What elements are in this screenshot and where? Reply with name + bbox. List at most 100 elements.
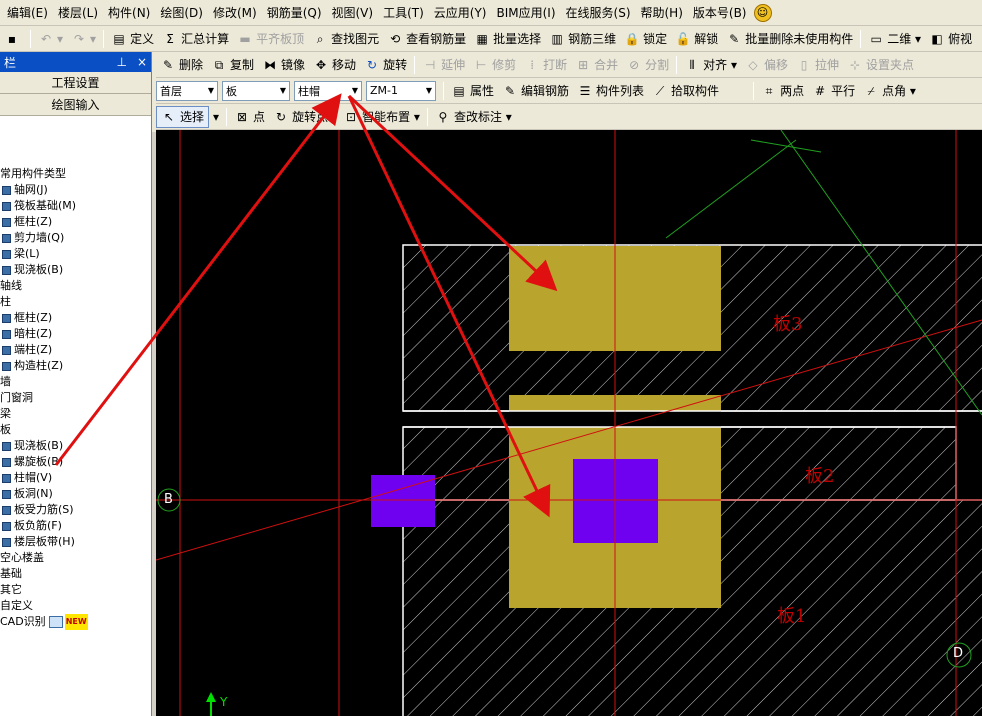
edit-rebar-button[interactable]: ✎ 编辑钢筋 [498, 80, 573, 102]
tree-item[interactable]: 板洞(N) [0, 486, 151, 502]
batch-delete-button[interactable]: ✎ 批量删除未使用构件 [722, 28, 857, 50]
summary-calc-button[interactable]: Σ 汇总计算 [158, 28, 233, 50]
tree-item[interactable]: 柱帽(V) [0, 470, 151, 486]
menu-item[interactable]: 构件(N) [103, 4, 155, 21]
tree-item[interactable]: 梁 [0, 406, 151, 422]
delete-button[interactable]: ✎ 删除 [156, 54, 207, 76]
stretch-button[interactable]: ▯ 拉伸 [792, 54, 843, 76]
tree-item[interactable]: 板 [0, 422, 151, 438]
element-type-icon [2, 537, 11, 547]
menu-item[interactable]: 楼层(L) [53, 4, 103, 21]
menu-item[interactable]: 绘图(D) [155, 4, 208, 21]
define-button[interactable]: ▤ 定义 [107, 28, 158, 50]
tree-item[interactable]: 楼层板带(H) [0, 534, 151, 550]
tree-item[interactable]: CAD识别 NEW [0, 614, 151, 630]
properties-button[interactable]: ▤ 属性 [447, 80, 498, 102]
project-settings-button[interactable]: 工程设置 [0, 72, 151, 94]
align-dropdown[interactable]: ⫴ 对齐 ▾ [680, 54, 741, 76]
trim-button[interactable]: ⊢ 修剪 [469, 54, 520, 76]
tree-item[interactable]: 基础 [0, 566, 151, 582]
tree-item[interactable]: 空心楼盖 [0, 550, 151, 566]
category-select[interactable]: 板 ▼ [222, 80, 290, 101]
tree-item[interactable]: 端柱(Z) [0, 342, 151, 358]
point-angle-dropdown[interactable]: ⌿ 点角 ▾ [859, 80, 920, 102]
smart-layout-dropdown[interactable]: ⊡ 智能布置 ▾ [339, 106, 424, 128]
tree-item[interactable]: 轴网(J) [0, 182, 151, 198]
tree-item[interactable]: 剪力墙(Q) [0, 230, 151, 246]
tree-item[interactable]: 板受力筋(S) [0, 502, 151, 518]
close-icon[interactable]: × [137, 55, 147, 69]
tree-item[interactable]: 现浇板(B) [0, 262, 151, 278]
top-view-dropdown[interactable]: ◧ 俯视 [925, 28, 976, 50]
tree-item[interactable]: 门窗洞 [0, 390, 151, 406]
tree-item[interactable]: 螺旋板(B) [0, 454, 151, 470]
merge-button[interactable]: ⊞ 合并 [571, 54, 622, 76]
tree-item[interactable]: 框柱(Z) [0, 310, 151, 326]
menu-item[interactable]: 编辑(E) [2, 4, 53, 21]
menu-item[interactable]: 版本号(B) [688, 4, 752, 21]
tree-item[interactable]: 构造柱(Z) [0, 358, 151, 374]
select-button[interactable]: ↖ 选择 [156, 105, 210, 128]
batch-delete-icon: ✎ [729, 31, 740, 46]
element-name-select[interactable]: ZM-1 ▼ [366, 80, 436, 101]
find-element-button[interactable]: ⌕ 查找图元 [308, 28, 383, 50]
redo-button[interactable]: ↷ ▾ [67, 28, 100, 50]
set-grip-button[interactable]: ⊹ 设置夹点 [843, 54, 918, 76]
copy-button[interactable]: ⧉ 复制 [207, 54, 258, 76]
edit-toolbar: ✎ 删除 ⧉ 复制 ⧓ 镜像 ✥ 移动 ↻ 旋转 ⊣ 延伸 ⊢ 修剪 ⁞ 打断 ⊞ 合并 ⊘ 分割 … [156, 52, 982, 78]
two-points-button[interactable]: ⌗ 两点 [757, 80, 808, 102]
offset-button[interactable]: ◇ 偏移 [741, 54, 792, 76]
column-left[interactable] [371, 475, 435, 527]
tree-item[interactable]: 现浇板(B) [0, 438, 151, 454]
tree-item[interactable]: 常用构件类型 [0, 166, 151, 182]
rotate-button[interactable]: ↻ 旋转 [360, 54, 411, 76]
mirror-button[interactable]: ⧓ 镜像 [258, 54, 309, 76]
break-button[interactable]: ⁞ 打断 [520, 54, 571, 76]
tree-item[interactable]: 板负筋(F) [0, 518, 151, 534]
batch-select-button[interactable]: ▦ 批量选择 [470, 28, 545, 50]
flat-top-button[interactable]: ▬ 平齐板顶 [233, 28, 308, 50]
menu-item[interactable]: 视图(V) [327, 4, 379, 21]
move-button[interactable]: ✥ 移动 [309, 54, 360, 76]
tree-item[interactable]: 暗柱(Z) [0, 326, 151, 342]
drawing-input-button[interactable]: 绘图输入 [0, 94, 151, 116]
select-dropdown[interactable]: ▾ [209, 106, 223, 128]
tree-item[interactable]: 其它 [0, 582, 151, 598]
drawing-canvas[interactable]: 板3 板2 板1 B D Y [156, 130, 982, 716]
menu-item[interactable]: 在线服务(S) [561, 4, 636, 21]
menu-item[interactable]: 修改(M) [208, 4, 262, 21]
tree-item[interactable]: 轴线 [0, 278, 151, 294]
floor-select[interactable]: 首层 ▼ [156, 80, 218, 101]
menu-item[interactable]: 工具(T) [378, 4, 429, 21]
tree-item[interactable]: 自定义 [0, 598, 151, 614]
tree-item[interactable]: 柱 [0, 294, 151, 310]
lock-button[interactable]: 🔒 锁定 [620, 28, 671, 50]
rotate-point-button[interactable]: ↻ 旋转点 [269, 106, 332, 128]
save-button[interactable]: ▪ [0, 28, 27, 50]
menu-item[interactable]: BIM应用(I) [491, 4, 560, 21]
element-type-select[interactable]: 柱帽 ▼ [294, 80, 362, 101]
tree-item[interactable]: 框柱(Z) [0, 214, 151, 230]
drawing-svg [156, 130, 982, 716]
undo-button[interactable]: ↶ ▾ [34, 28, 67, 50]
unlock-button[interactable]: 🔓 解锁 [671, 28, 722, 50]
menu-item[interactable]: 钢筋量(Q) [262, 4, 327, 21]
element-list-button[interactable]: ☰ 构件列表 [573, 80, 648, 102]
point-button[interactable]: ⊠ 点 [230, 106, 269, 128]
smiley-icon[interactable]: ☺ [753, 3, 772, 22]
tree-item[interactable]: 筏板基础(M) [0, 198, 151, 214]
pick-element-button[interactable]: ⟋ 拾取构件 [648, 80, 723, 102]
tree-item[interactable]: 梁(L) [0, 246, 151, 262]
tree-item-label: 构造柱(Z) [14, 359, 64, 372]
menu-item[interactable]: 帮助(H) [636, 4, 688, 21]
check-label-dropdown[interactable]: ⚲ 查改标注 ▾ [431, 106, 516, 128]
tree-item[interactable]: 墙 [0, 374, 151, 390]
pin-icon[interactable]: ⊥ [116, 55, 126, 69]
split-button[interactable]: ⊘ 分割 [622, 54, 673, 76]
rebar-3d-button[interactable]: ▥ 钢筋三维 [545, 28, 620, 50]
view-rebar-button[interactable]: ⟲ 查看钢筋量 [383, 28, 470, 50]
parallel-button[interactable]: # 平行 [808, 80, 859, 102]
view-2d-dropdown[interactable]: ▭ 二维 ▾ [864, 28, 925, 50]
menu-item[interactable]: 云应用(Y) [429, 4, 492, 21]
extend-button[interactable]: ⊣ 延伸 [418, 54, 469, 76]
